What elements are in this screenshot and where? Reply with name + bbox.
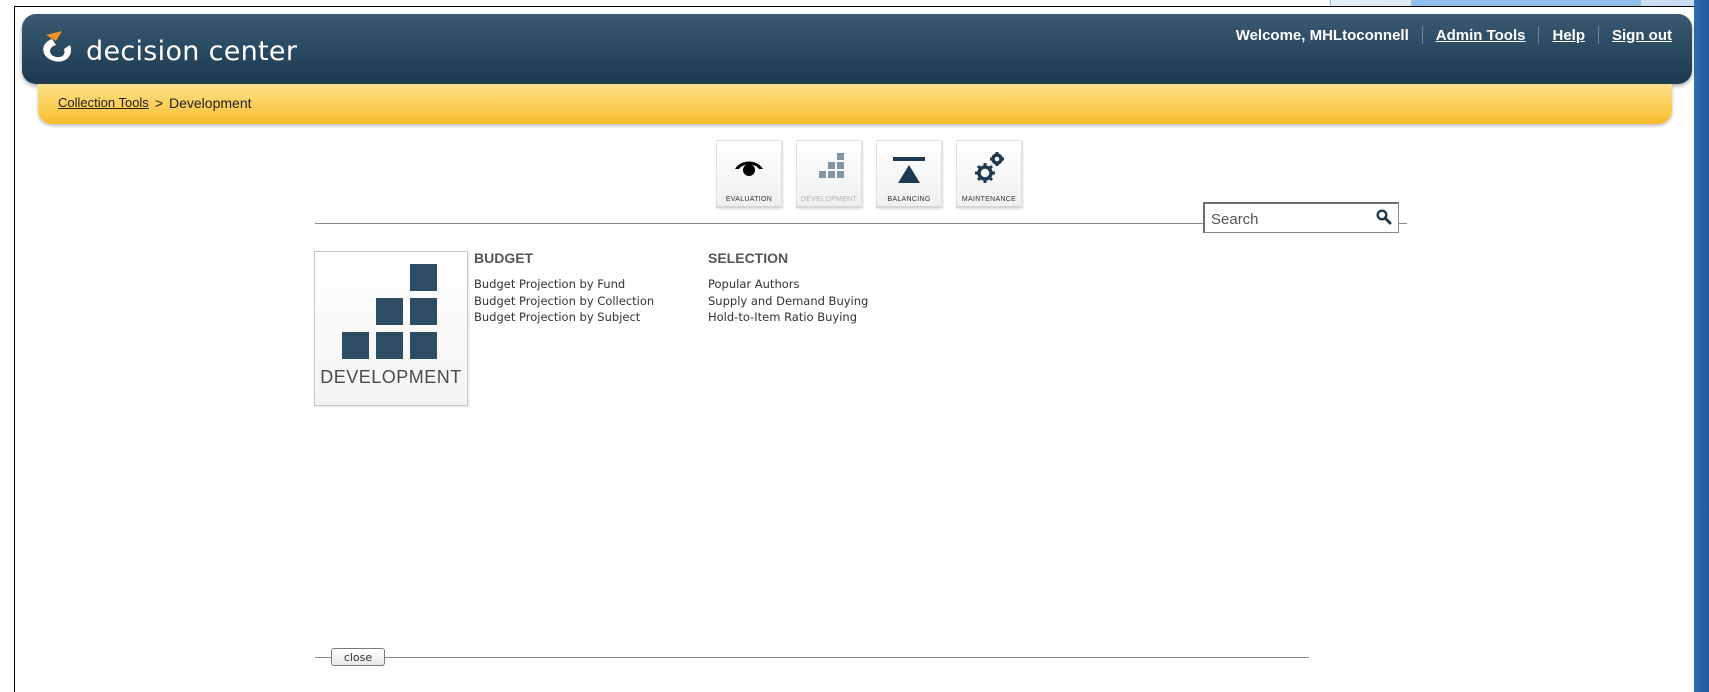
budget-link-subject[interactable]: Budget Projection by Subject <box>474 309 654 326</box>
nav-divider <box>1538 26 1540 44</box>
budget-links: Budget Projection by Fund Budget Project… <box>474 276 654 326</box>
budget-link-collection[interactable]: Budget Projection by Collection <box>474 293 654 310</box>
tile-label: BALANCING <box>887 196 931 203</box>
balance-icon <box>893 157 925 183</box>
user-nav: Welcome, MHLtoconnell Admin Tools Help S… <box>1236 26 1672 44</box>
breadcrumb-current: Development <box>169 95 252 111</box>
budget-column: BUDGET Budget Projection by Fund Budget … <box>474 250 654 326</box>
breadcrumb-bar: Collection Tools > Development <box>38 84 1672 124</box>
development-card-title: DEVELOPMENT <box>320 367 462 387</box>
breadcrumb: Collection Tools > Development <box>58 95 252 111</box>
breadcrumb-separator: > <box>154 95 163 111</box>
tile-label: EVALUATION <box>725 196 773 203</box>
budget-heading: BUDGET <box>474 250 534 266</box>
selection-column: SELECTION Popular Authors Supply and Dem… <box>708 250 868 326</box>
selection-heading: SELECTION <box>708 250 789 266</box>
footer-divider <box>385 657 1309 658</box>
search-icon[interactable] <box>1376 209 1392 225</box>
nav-divider <box>1598 26 1599 44</box>
logo-text: decision center <box>86 35 298 67</box>
selection-links: Popular Authors Supply and Demand Buying… <box>708 276 868 326</box>
tile-label: MAINTENANCE <box>961 196 1017 203</box>
tile-balancing[interactable]: BALANCING <box>876 140 942 208</box>
decision-center-logo-icon <box>43 31 72 62</box>
tile-evaluation[interactable]: EVALUATION <box>716 140 782 208</box>
selection-link-hold-ratio[interactable]: Hold-to-Item Ratio Buying <box>708 309 868 326</box>
section-divider <box>315 223 1203 224</box>
app-header: decision center Welcome, MHLtoconnell Ad… <box>22 14 1692 84</box>
bar-steps-icon <box>819 153 844 178</box>
close-button[interactable]: close <box>331 648 385 666</box>
admin-tools-link[interactable]: Admin Tools <box>1436 27 1526 44</box>
development-card: DEVELOPMENT <box>314 251 468 406</box>
selection-link-popular-authors[interactable]: Popular Authors <box>708 276 868 293</box>
footer-divider <box>315 657 331 658</box>
budget-link-fund[interactable]: Budget Projection by Fund <box>474 276 654 293</box>
breadcrumb-collection-tools[interactable]: Collection Tools <box>58 95 149 111</box>
development-icon <box>342 264 437 359</box>
logo[interactable]: decision center <box>36 24 297 72</box>
welcome-text: Welcome, MHLtoconnell <box>1235 26 1409 44</box>
tile-development[interactable]: DEVELOPMENT <box>796 140 862 208</box>
search-box <box>1203 202 1399 233</box>
gears-icon <box>975 152 1004 183</box>
module-nav: EVALUATION DEVELOPMENT BALANCING MAINTEN… <box>716 140 1022 208</box>
nav-divider <box>1421 26 1423 44</box>
section-divider-tail <box>1399 223 1407 224</box>
eye-icon <box>735 161 763 176</box>
help-link[interactable]: Help <box>1552 27 1585 44</box>
tile-label: DEVELOPMENT <box>800 196 858 203</box>
search-input[interactable] <box>1211 208 1361 230</box>
tile-maintenance[interactable]: MAINTENANCE <box>956 140 1022 208</box>
selection-link-supply-demand[interactable]: Supply and Demand Buying <box>708 293 868 310</box>
window-edge <box>1694 0 1709 692</box>
sign-out-link[interactable]: Sign out <box>1612 27 1672 44</box>
